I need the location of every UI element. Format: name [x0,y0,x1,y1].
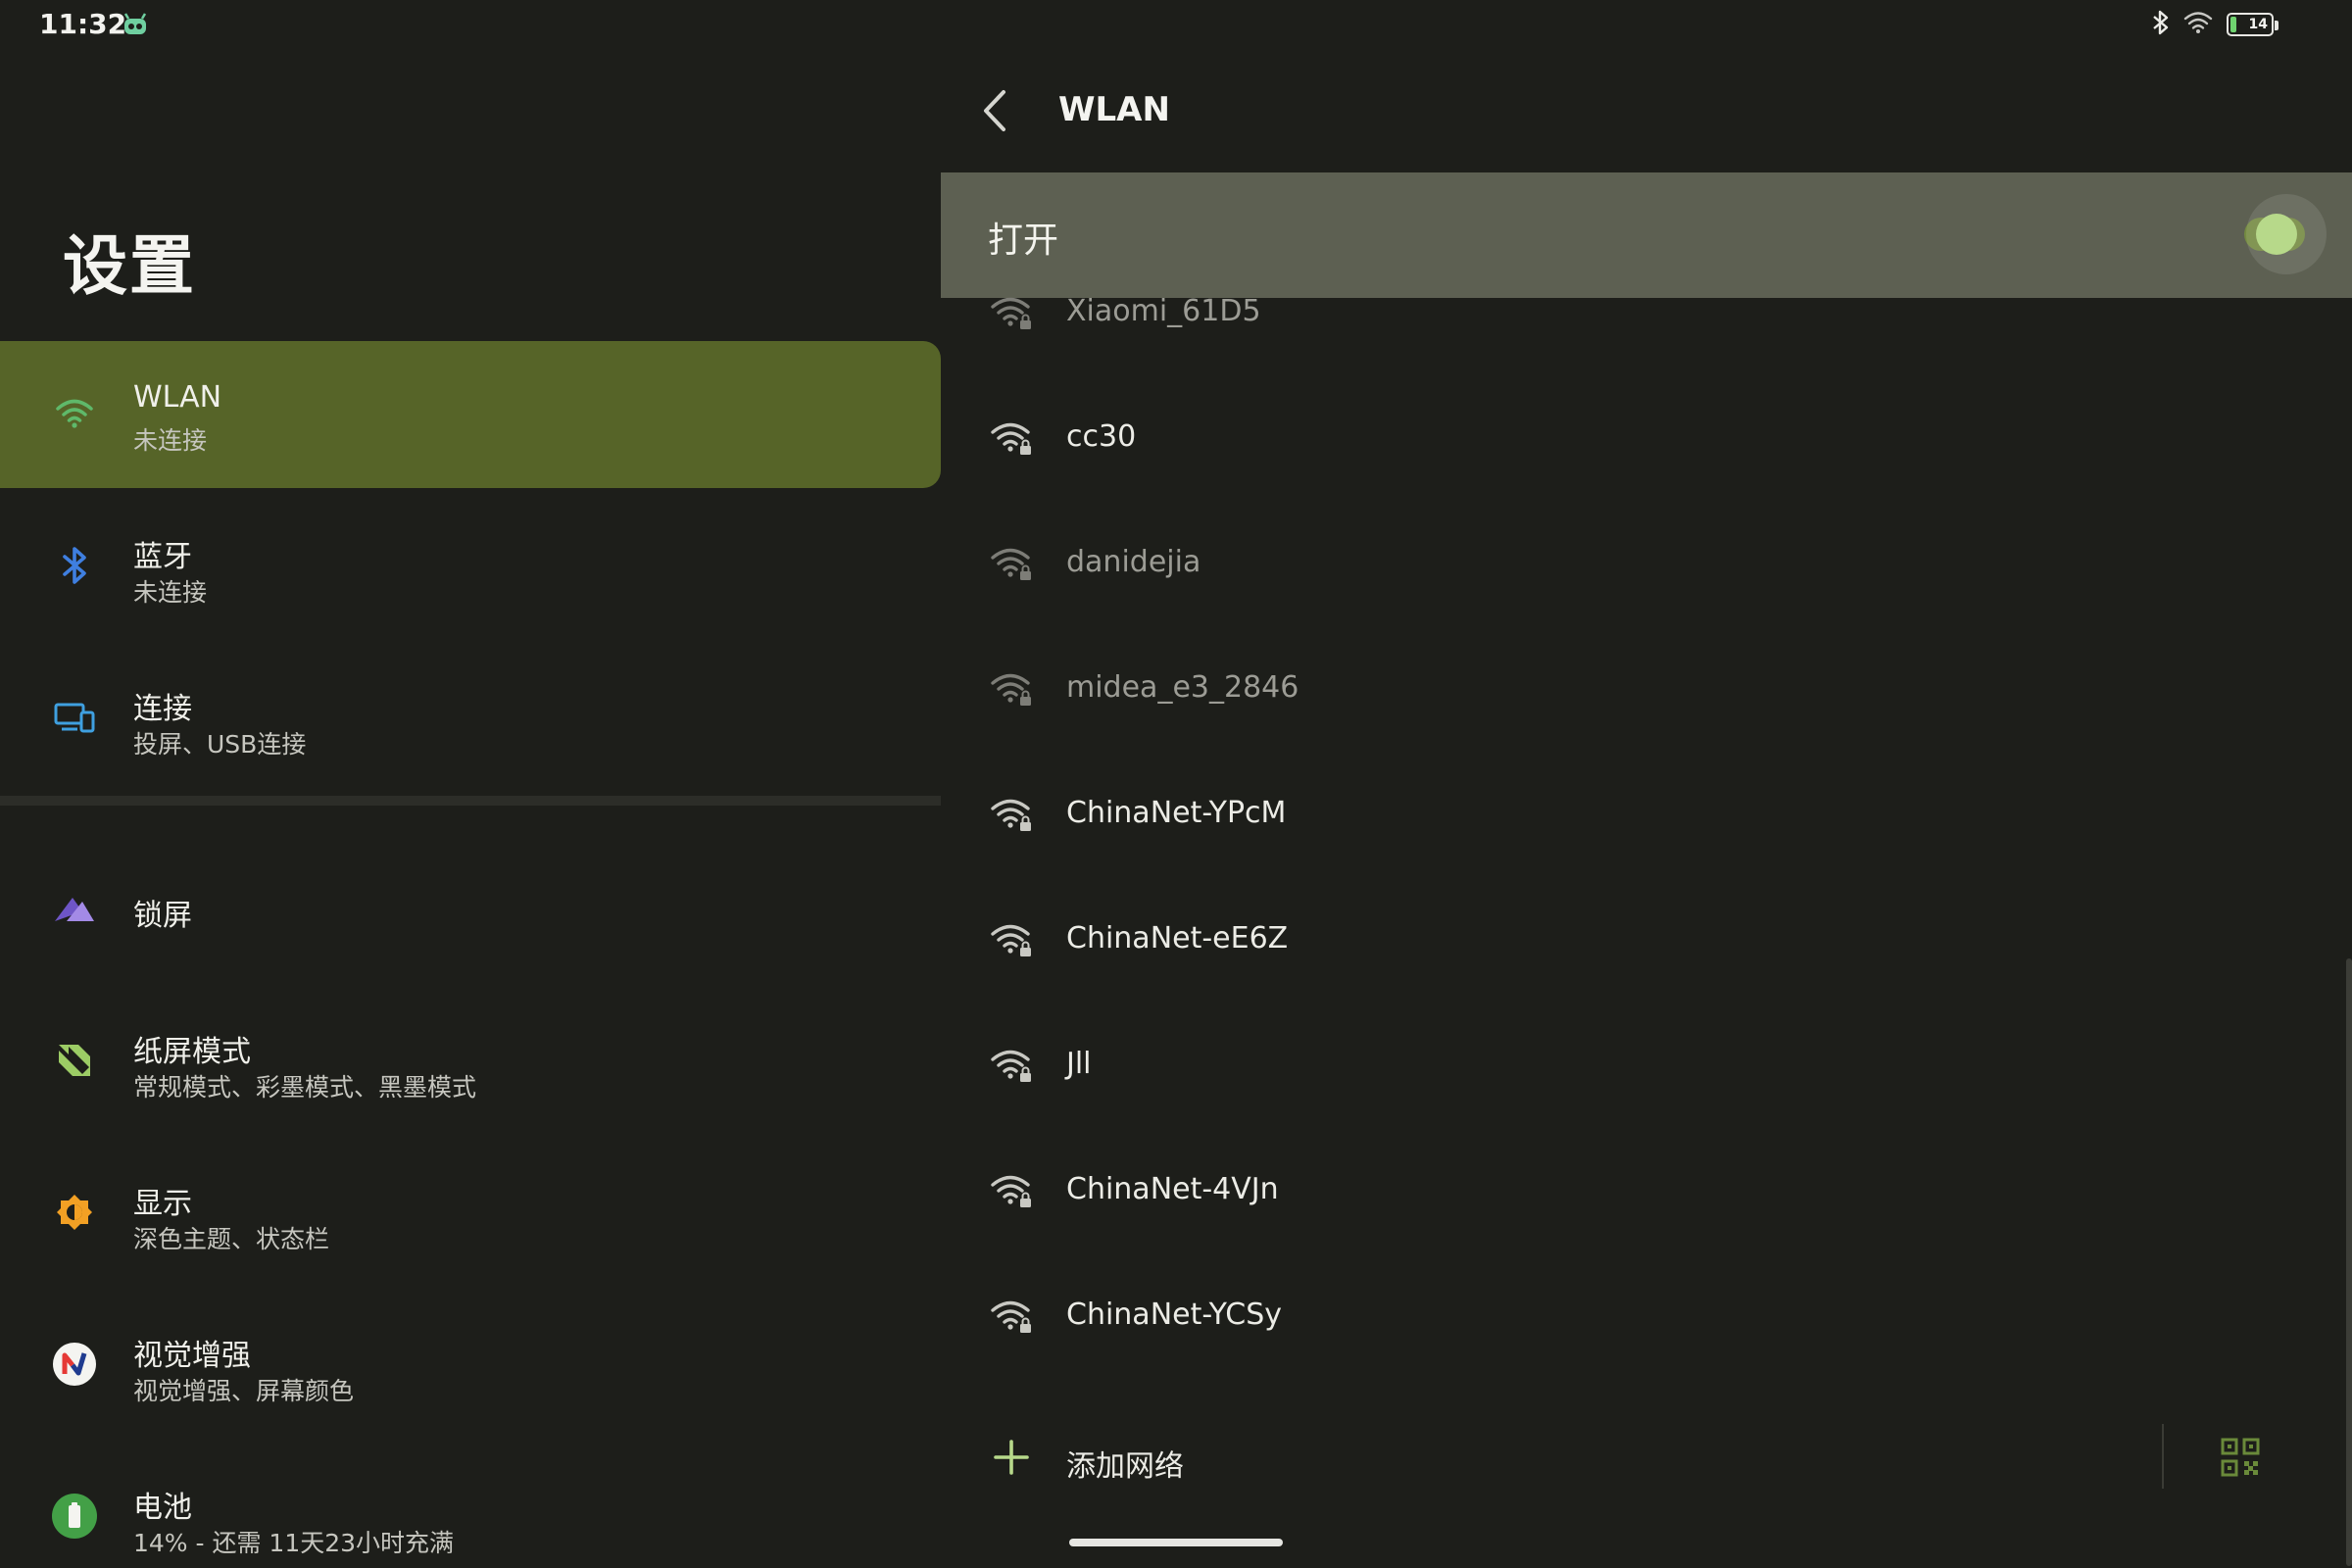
display-icon [49,1187,100,1238]
sidebar-item-bluetooth[interactable]: 蓝牙 未连接 [0,493,941,640]
wifi-icon [2183,11,2213,38]
network-row[interactable]: cc30 [941,376,2352,502]
settings-pane: 设置 WLAN 未连接 蓝牙 未连接 连接 投屏、USB连接 锁屏 纸屏模式 常… [0,49,941,1568]
network-row[interactable]: Xiaomi_61D5 [941,251,2352,376]
sidebar-item-lockscreen[interactable]: 锁屏 [0,836,941,983]
wlan-toggle-switch[interactable] [2244,194,2327,274]
network-name: midea_e3_2846 [1066,670,1299,705]
lockscreen-icon [49,883,100,934]
devices-icon [49,692,100,743]
sidebar-item-title: 视觉增强 [133,1339,251,1373]
network-name: danidejia [1066,545,1201,579]
bluetooth-icon [49,540,100,591]
network-row[interactable]: midea_e3_2846 [941,627,2352,753]
group-divider [0,796,941,806]
sidebar-item-display[interactable]: 显示 深色主题、状态栏 [0,1140,941,1287]
status-icons: 14 [2152,10,2278,39]
wifi-lock-icon [990,796,1033,835]
wifi-lock-icon [990,1298,1033,1337]
sidebar-item-subtitle: 未连接 [133,578,208,607]
screen: 11:32 14 设置 WLAN 未连接 蓝牙 未连接 连接 投屏、USB连接 … [0,0,2352,1568]
add-network-label: 添加网络 [1066,1449,1184,1484]
wifi-lock-icon [990,545,1033,584]
sidebar-item-title: WLAN [133,380,222,415]
battery-charging-icon: 14 [2227,13,2278,36]
page-title: 设置 [63,228,196,304]
sidebar-item-subtitle: 常规模式、彩墨模式、黑墨模式 [133,1073,477,1102]
sidebar-item-subtitle: 14% - 还需 11天23小时充满 [133,1529,455,1557]
sidebar-item-wlan[interactable]: WLAN 未连接 [0,341,941,488]
back-arrow-icon[interactable] [976,86,1015,135]
network-name: Xiaomi_61D5 [1066,294,1261,328]
sidebar-item-subtitle: 投屏、USB连接 [133,730,307,759]
qr-code-scan-icon[interactable] [2221,1438,2260,1477]
plus-icon [994,1440,1029,1475]
wifi-lock-icon [990,294,1033,333]
sidebar-item-title: 锁屏 [133,899,192,933]
sidebar-item-paper-mode[interactable]: 纸屏模式 常规模式、彩墨模式、黑墨模式 [0,988,941,1135]
network-name: ChinaNet-YCSy [1066,1298,1283,1332]
sidebar-item-connection[interactable]: 连接 投屏、USB连接 [0,645,941,792]
status-time: 11:32 [39,8,127,40]
sidebar-item-title: 纸屏模式 [133,1035,251,1069]
add-network-row[interactable]: 添加网络 [941,1396,2352,1522]
network-name: ChinaNet-4VJn [1066,1172,1279,1206]
wifi-icon [49,388,100,439]
network-row[interactable]: Jll [941,1004,2352,1129]
network-name: ChinaNet-eE6Z [1066,921,1289,956]
battery-level-text: 14 [2248,17,2268,32]
wifi-lock-icon [990,670,1033,710]
sidebar-item-title: 蓝牙 [133,540,192,574]
sidebar-item-subtitle: 深色主题、状态栏 [133,1225,330,1253]
network-row[interactable]: ChinaNet-YCSy [941,1254,2352,1380]
sidebar-item-battery[interactable]: 电池 14% - 还需 11天23小时充满 [0,1444,941,1568]
wifi-lock-icon [990,419,1033,459]
sidebar-item-subtitle: 未连接 [133,426,208,455]
paper-mode-icon [49,1035,100,1086]
sidebar-item-title: 连接 [133,692,192,726]
visual-enhance-icon [49,1339,100,1390]
wifi-lock-icon [990,1172,1033,1211]
wifi-lock-icon [990,1047,1033,1086]
detail-title: WLAN [1058,90,1170,129]
row-divider [2162,1424,2164,1489]
sidebar-item-title: 电池 [133,1491,192,1525]
network-name: ChinaNet-YPcM [1066,796,1287,830]
network-row[interactable]: ChinaNet-YPcM [941,753,2352,878]
network-row[interactable]: ChinaNet-4VJn [941,1129,2352,1254]
home-indicator[interactable] [1069,1539,1283,1546]
wifi-lock-icon [990,921,1033,960]
status-bar: 11:32 14 [0,0,2352,49]
scrollbar[interactable] [2346,958,2352,1566]
network-name: Jll [1066,1047,1092,1081]
sidebar-item-visual-enhance[interactable]: 视觉增强 视觉增强、屏幕颜色 [0,1292,941,1439]
robot-icon [122,12,149,37]
bluetooth-icon [2152,10,2170,39]
sidebar-item-title: 显示 [133,1187,192,1221]
battery-icon [49,1491,100,1542]
sidebar-item-subtitle: 视觉增强、屏幕颜色 [133,1377,355,1405]
toggle-knob [2256,214,2297,255]
network-row[interactable]: danidejia [941,502,2352,627]
wlan-pane: WLAN 打开 Xiaomi_61D5 cc30 danidejia midea_e3… [941,49,2352,1568]
network-row[interactable]: ChinaNet-eE6Z [941,878,2352,1004]
network-name: cc30 [1066,419,1137,454]
